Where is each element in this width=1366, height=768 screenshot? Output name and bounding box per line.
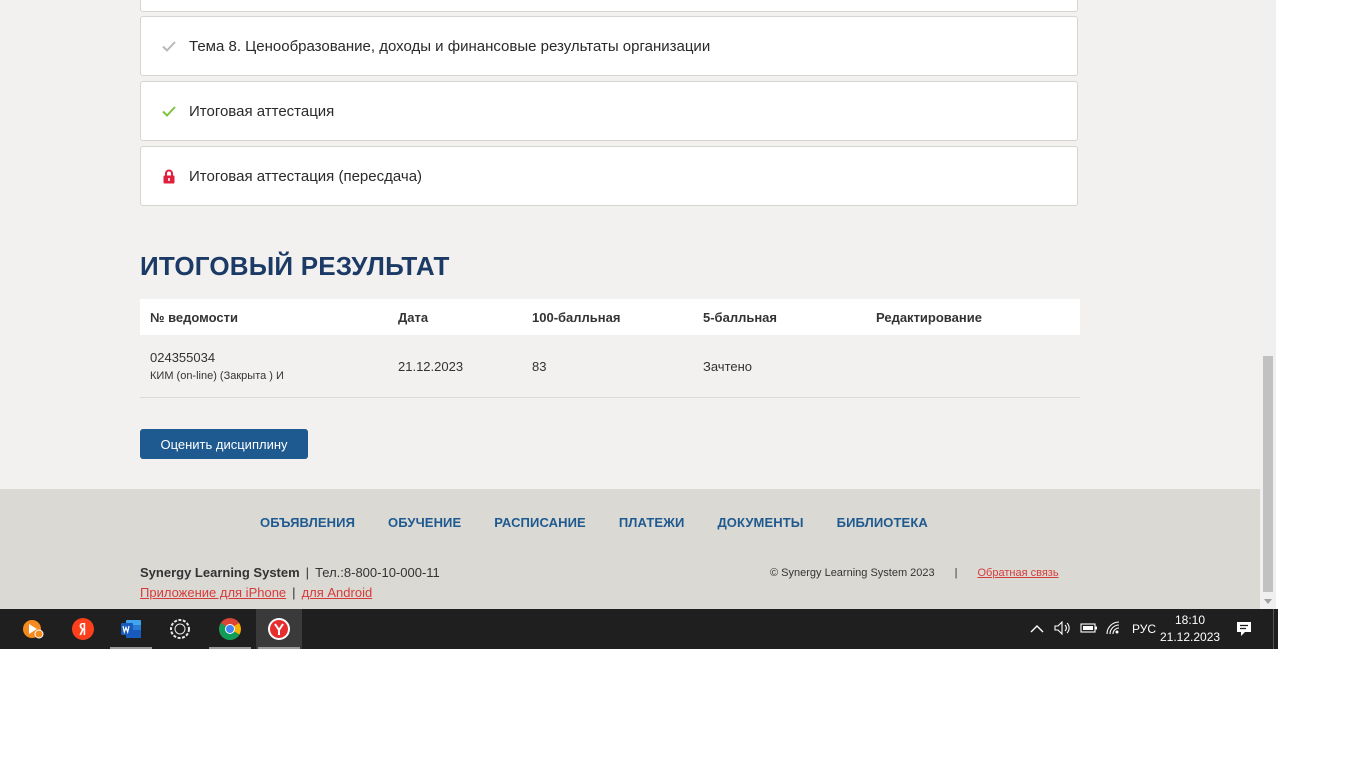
notification-icon[interactable] — [1236, 609, 1252, 649]
footer-apps: Приложение для iPhone | для Android — [140, 585, 372, 600]
footer-separator: | — [954, 567, 958, 579]
clock-date: 21.12.2023 — [1160, 630, 1221, 644]
footer-nav-library[interactable]: БИБЛИОТЕКА — [837, 515, 928, 530]
check-icon — [161, 103, 177, 119]
footer-nav-payments[interactable]: ПЛАТЕЖИ — [619, 515, 685, 530]
yandex-browser-icon[interactable] — [256, 609, 302, 649]
system-tray: РУС — [1030, 609, 1156, 649]
circle-app-icon[interactable] — [157, 609, 203, 649]
statement-number: 024355034 — [150, 350, 216, 365]
col-header-edit: Редактирование — [876, 309, 982, 325]
table-row: 024355034 КИМ (on-line) (Закрыта ) И 21.… — [140, 335, 1080, 398]
feedback-link[interactable]: Обратная связь — [978, 567, 1059, 579]
footer-separator: | — [292, 585, 296, 600]
language-indicator[interactable]: РУС — [1132, 622, 1156, 636]
results-title: ИТОГОВЫЙ РЕЗУЛЬТАТ — [140, 251, 450, 281]
col-header-number: № ведомости — [150, 309, 238, 325]
taskbar: РУС 18:10 21.12.2023 — [0, 609, 1278, 649]
topic-label: Тема 8. Ценообразование, доходы и финанс… — [189, 37, 711, 55]
rate-discipline-button[interactable]: Оценить дисциплину — [140, 429, 308, 459]
page-content: Тема 8. Ценообразование, доходы и финанс… — [0, 0, 1260, 609]
footer-info: Synergy Learning System | Тел.:8-800-10-00… — [140, 565, 440, 580]
show-desktop-button[interactable] — [1273, 609, 1278, 649]
footer: ОБЪЯВЛЕНИЯ ОБУЧЕНИЕ РАСПИСАНИЕ ПЛАТЕЖИ Д… — [0, 489, 1260, 609]
topic-card-final-attestation[interactable]: Итоговая аттестация — [140, 81, 1078, 141]
lock-icon — [161, 168, 177, 184]
volume-icon[interactable] — [1054, 620, 1072, 638]
scroll-down-icon[interactable] — [1260, 594, 1276, 608]
cell-score100: 83 — [532, 358, 547, 374]
clock-time: 18:10 — [1174, 613, 1206, 627]
results-table: № ведомости Дата 100-балльная 5-балльная… — [140, 299, 1080, 398]
results-table-header: № ведомости Дата 100-балльная 5-балльная… — [140, 299, 1080, 335]
check-icon — [161, 38, 177, 54]
cell-date: 21.12.2023 — [398, 358, 464, 374]
app-android-link[interactable]: для Android — [302, 585, 373, 600]
battery-icon[interactable] — [1080, 622, 1098, 637]
footer-separator: | — [305, 565, 310, 580]
cell-number: 024355034 КИМ (on-line) (Закрыта ) И — [140, 350, 398, 382]
col-header-date: Дата — [398, 309, 429, 325]
footer-brand: Synergy Learning System — [140, 565, 300, 580]
col-header-score5: 5-балльная — [703, 309, 777, 325]
network-icon[interactable] — [1106, 620, 1122, 638]
yandex-icon[interactable] — [60, 609, 106, 649]
media-player-icon[interactable] — [10, 609, 56, 649]
topic-label: Итоговая аттестация — [189, 102, 335, 120]
statement-subtitle: КИМ (on-line) (Закрыта ) И — [150, 370, 284, 382]
footer-copyright-block: © Synergy Learning System 2023 | Обратная … — [770, 567, 1059, 579]
app-iphone-link[interactable]: Приложение для iPhone — [140, 585, 286, 600]
topic-label: Итоговая аттестация (пересдача) — [189, 167, 423, 185]
footer-nav-education[interactable]: ОБУЧЕНИЕ — [388, 515, 461, 530]
chrome-icon[interactable] — [207, 609, 253, 649]
footer-nav: ОБЪЯВЛЕНИЯ ОБУЧЕНИЕ РАСПИСАНИЕ ПЛАТЕЖИ Д… — [260, 515, 961, 530]
topic-card-previous[interactable] — [140, 0, 1078, 12]
topic-card-final-attestation-retake[interactable]: Итоговая аттестация (пересдача) — [140, 146, 1078, 206]
word-icon[interactable] — [108, 609, 154, 649]
footer-phone: Тел.:8-800-10-000-11 — [315, 565, 440, 580]
footer-nav-schedule[interactable]: РАСПИСАНИЕ — [494, 515, 586, 530]
tray-expand-icon[interactable] — [1030, 622, 1044, 636]
footer-copyright: © Synergy Learning System 2023 — [770, 567, 935, 579]
clock[interactable]: 18:10 21.12.2023 — [1160, 612, 1220, 646]
cell-score5: Зачтено — [703, 358, 753, 374]
col-header-score100: 100-балльная — [532, 309, 621, 325]
footer-nav-documents[interactable]: ДОКУМЕНТЫ — [717, 515, 803, 530]
vertical-scrollbar[interactable] — [1260, 0, 1276, 609]
footer-nav-announcements[interactable]: ОБЪЯВЛЕНИЯ — [260, 515, 355, 530]
scrollbar-thumb[interactable] — [1263, 356, 1273, 592]
topic-card-theme-8[interactable]: Тема 8. Ценообразование, доходы и финанс… — [140, 16, 1078, 76]
